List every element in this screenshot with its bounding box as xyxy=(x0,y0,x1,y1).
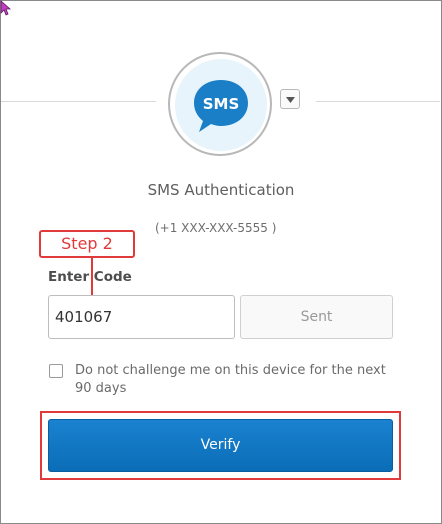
enter-code-label: Enter Code xyxy=(48,269,132,285)
chevron-down-icon xyxy=(286,97,295,103)
factor-dropdown-button[interactable] xyxy=(280,89,300,109)
header-divider-right xyxy=(316,101,440,102)
remember-device-label[interactable]: Do not challenge me on this device for t… xyxy=(75,362,390,398)
verify-button[interactable]: Verify xyxy=(48,419,393,472)
send-code-button[interactable]: Sent xyxy=(240,295,393,339)
factor-title: SMS Authentication xyxy=(147,181,295,199)
verification-code-input[interactable] xyxy=(48,295,235,339)
masked-phone-number: (+1 XXX-XXX-5555 ) xyxy=(155,221,277,235)
sms-icon: SMS xyxy=(194,80,248,132)
mouse-cursor-icon xyxy=(0,0,12,16)
sms-icon-text: SMS xyxy=(203,95,240,113)
remember-device-checkbox[interactable] xyxy=(49,364,63,378)
header-divider-left xyxy=(1,101,156,102)
step-callout: Step 2 xyxy=(39,230,135,258)
